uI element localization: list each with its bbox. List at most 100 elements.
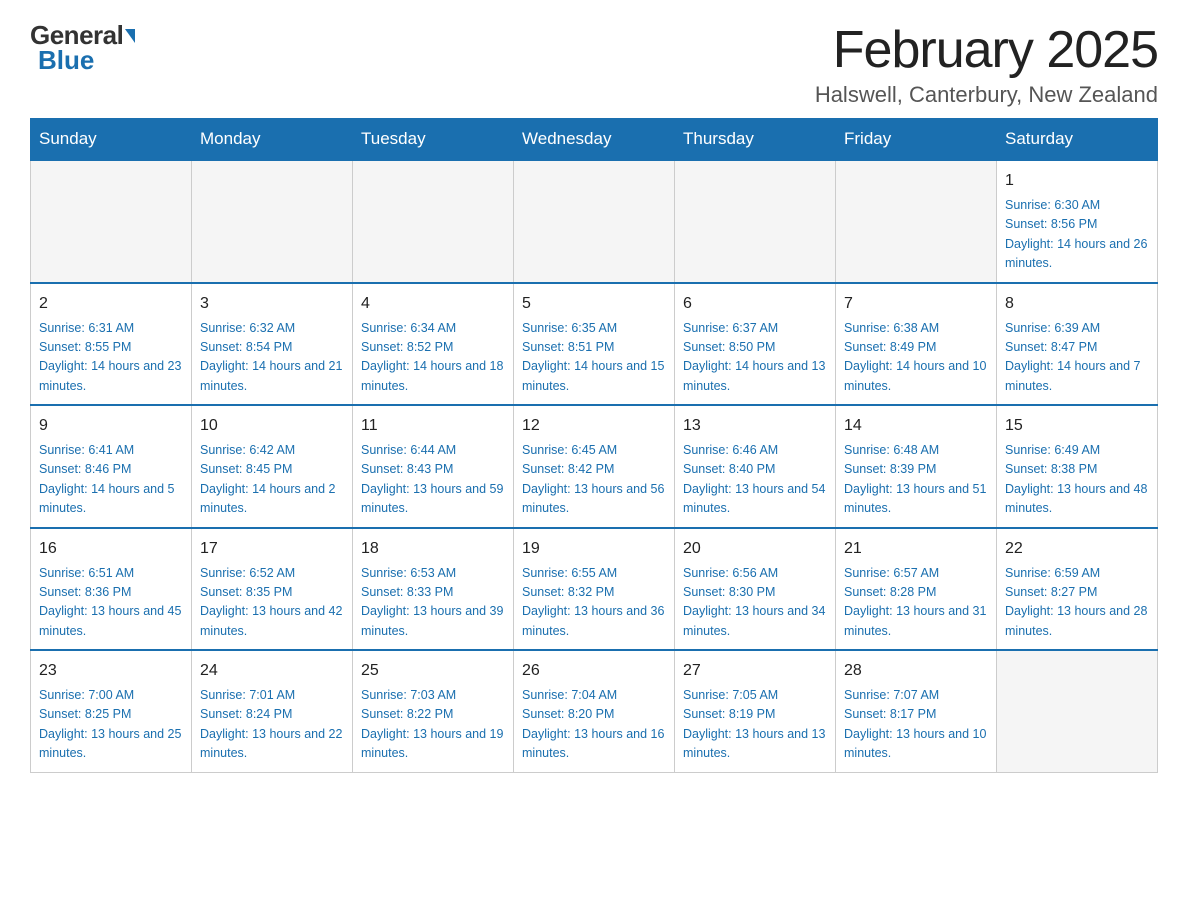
calendar-week-row: 1 Sunrise: 6:30 AMSunset: 8:56 PMDaylight… xyxy=(31,160,1158,283)
day-number: 8 xyxy=(1005,292,1149,316)
calendar-cell xyxy=(997,650,1158,772)
day-number: 13 xyxy=(683,414,827,438)
calendar-cell: 27 Sunrise: 7:05 AMSunset: 8:19 PMDayligh… xyxy=(675,650,836,772)
calendar-cell: 15 Sunrise: 6:49 AMSunset: 8:38 PMDayligh… xyxy=(997,405,1158,528)
calendar-cell xyxy=(836,160,997,283)
calendar-table: SundayMondayTuesdayWednesdayThursdayFrid… xyxy=(30,118,1158,773)
sun-info: Sunrise: 7:01 AMSunset: 8:24 PMDaylight:… xyxy=(200,686,344,764)
calendar-cell xyxy=(31,160,192,283)
day-number: 10 xyxy=(200,414,344,438)
weekday-header-friday: Friday xyxy=(836,119,997,161)
calendar-cell: 3 Sunrise: 6:32 AMSunset: 8:54 PMDaylight… xyxy=(192,283,353,406)
calendar-week-row: 9Sunrise: 6:41 AMSunset: 8:46 PMDaylight… xyxy=(31,405,1158,528)
sun-info: Sunrise: 6:39 AMSunset: 8:47 PMDaylight:… xyxy=(1005,319,1149,397)
weekday-header-monday: Monday xyxy=(192,119,353,161)
sun-info: Sunrise: 6:37 AMSunset: 8:50 PMDaylight:… xyxy=(683,319,827,397)
day-number: 19 xyxy=(522,537,666,561)
sun-info: Sunrise: 6:34 AMSunset: 8:52 PMDaylight:… xyxy=(361,319,505,397)
calendar-cell: 12 Sunrise: 6:45 AMSunset: 8:42 PMDayligh… xyxy=(514,405,675,528)
weekday-header-tuesday: Tuesday xyxy=(353,119,514,161)
title-block: February 2025 Halswell, Canterbury, New … xyxy=(815,20,1158,108)
calendar-cell: 1 Sunrise: 6:30 AMSunset: 8:56 PMDaylight… xyxy=(997,160,1158,283)
calendar-cell: 8 Sunrise: 6:39 AMSunset: 8:47 PMDaylight… xyxy=(997,283,1158,406)
calendar-cell: 14 Sunrise: 6:48 AMSunset: 8:39 PMDayligh… xyxy=(836,405,997,528)
calendar-subtitle: Halswell, Canterbury, New Zealand xyxy=(815,82,1158,108)
calendar-cell: 5 Sunrise: 6:35 AMSunset: 8:51 PMDaylight… xyxy=(514,283,675,406)
sun-info: Sunrise: 7:04 AMSunset: 8:20 PMDaylight:… xyxy=(522,686,666,764)
day-number: 23 xyxy=(39,659,183,683)
calendar-cell: 16 Sunrise: 6:51 AMSunset: 8:36 PMDayligh… xyxy=(31,528,192,651)
calendar-cell xyxy=(514,160,675,283)
day-number: 28 xyxy=(844,659,988,683)
sun-info: Sunrise: 6:45 AMSunset: 8:42 PMDaylight:… xyxy=(522,441,666,519)
day-number: 2 xyxy=(39,292,183,316)
calendar-cell: 28Sunrise: 7:07 AMSunset: 8:17 PMDayligh… xyxy=(836,650,997,772)
day-number: 18 xyxy=(361,537,505,561)
calendar-week-row: 16 Sunrise: 6:51 AMSunset: 8:36 PMDayligh… xyxy=(31,528,1158,651)
calendar-cell: 18 Sunrise: 6:53 AMSunset: 8:33 PMDayligh… xyxy=(353,528,514,651)
calendar-cell: 22 Sunrise: 6:59 AMSunset: 8:27 PMDayligh… xyxy=(997,528,1158,651)
calendar-cell: 10Sunrise: 6:42 AMSunset: 8:45 PMDayligh… xyxy=(192,405,353,528)
calendar-cell: 21 Sunrise: 6:57 AMSunset: 8:28 PMDayligh… xyxy=(836,528,997,651)
calendar-week-row: 2 Sunrise: 6:31 AMSunset: 8:55 PMDaylight… xyxy=(31,283,1158,406)
day-number: 14 xyxy=(844,414,988,438)
sun-info: Sunrise: 6:48 AMSunset: 8:39 PMDaylight:… xyxy=(844,441,988,519)
weekday-header-sunday: Sunday xyxy=(31,119,192,161)
logo-triangle-icon xyxy=(125,29,135,43)
day-number: 1 xyxy=(1005,169,1149,193)
day-number: 5 xyxy=(522,292,666,316)
day-number: 4 xyxy=(361,292,505,316)
logo: General Blue xyxy=(30,20,135,76)
calendar-cell: 20Sunrise: 6:56 AMSunset: 8:30 PMDayligh… xyxy=(675,528,836,651)
weekday-header-saturday: Saturday xyxy=(997,119,1158,161)
sun-info: Sunrise: 6:57 AMSunset: 8:28 PMDaylight:… xyxy=(844,564,988,642)
calendar-cell: 4 Sunrise: 6:34 AMSunset: 8:52 PMDaylight… xyxy=(353,283,514,406)
day-number: 12 xyxy=(522,414,666,438)
sun-info: Sunrise: 7:00 AMSunset: 8:25 PMDaylight:… xyxy=(39,686,183,764)
sun-info: Sunrise: 6:53 AMSunset: 8:33 PMDaylight:… xyxy=(361,564,505,642)
day-number: 16 xyxy=(39,537,183,561)
day-number: 20 xyxy=(683,537,827,561)
calendar-week-row: 23 Sunrise: 7:00 AMSunset: 8:25 PMDayligh… xyxy=(31,650,1158,772)
calendar-cell: 19Sunrise: 6:55 AMSunset: 8:32 PMDayligh… xyxy=(514,528,675,651)
sun-info: Sunrise: 6:32 AMSunset: 8:54 PMDaylight:… xyxy=(200,319,344,397)
sun-info: Sunrise: 6:51 AMSunset: 8:36 PMDaylight:… xyxy=(39,564,183,642)
sun-info: Sunrise: 6:38 AMSunset: 8:49 PMDaylight:… xyxy=(844,319,988,397)
calendar-cell: 7 Sunrise: 6:38 AMSunset: 8:49 PMDaylight… xyxy=(836,283,997,406)
calendar-header-row: SundayMondayTuesdayWednesdayThursdayFrid… xyxy=(31,119,1158,161)
sun-info: Sunrise: 7:03 AMSunset: 8:22 PMDaylight:… xyxy=(361,686,505,764)
sun-info: Sunrise: 6:41 AMSunset: 8:46 PMDaylight:… xyxy=(39,441,183,519)
calendar-cell xyxy=(192,160,353,283)
calendar-cell: 2 Sunrise: 6:31 AMSunset: 8:55 PMDaylight… xyxy=(31,283,192,406)
calendar-cell: 9Sunrise: 6:41 AMSunset: 8:46 PMDaylight… xyxy=(31,405,192,528)
day-number: 6 xyxy=(683,292,827,316)
day-number: 24 xyxy=(200,659,344,683)
day-number: 3 xyxy=(200,292,344,316)
calendar-cell: 11 Sunrise: 6:44 AMSunset: 8:43 PMDayligh… xyxy=(353,405,514,528)
day-number: 11 xyxy=(361,414,505,438)
day-number: 22 xyxy=(1005,537,1149,561)
sun-info: Sunrise: 6:49 AMSunset: 8:38 PMDaylight:… xyxy=(1005,441,1149,519)
calendar-cell: 25 Sunrise: 7:03 AMSunset: 8:22 PMDayligh… xyxy=(353,650,514,772)
sun-info: Sunrise: 6:59 AMSunset: 8:27 PMDaylight:… xyxy=(1005,564,1149,642)
calendar-cell xyxy=(353,160,514,283)
weekday-header-thursday: Thursday xyxy=(675,119,836,161)
sun-info: Sunrise: 6:35 AMSunset: 8:51 PMDaylight:… xyxy=(522,319,666,397)
day-number: 26 xyxy=(522,659,666,683)
day-number: 25 xyxy=(361,659,505,683)
day-number: 15 xyxy=(1005,414,1149,438)
sun-info: Sunrise: 6:31 AMSunset: 8:55 PMDaylight:… xyxy=(39,319,183,397)
weekday-header-wednesday: Wednesday xyxy=(514,119,675,161)
sun-info: Sunrise: 7:05 AMSunset: 8:19 PMDaylight:… xyxy=(683,686,827,764)
sun-info: Sunrise: 6:46 AMSunset: 8:40 PMDaylight:… xyxy=(683,441,827,519)
calendar-title: February 2025 xyxy=(815,20,1158,80)
logo-blue-text: Blue xyxy=(30,45,94,76)
day-number: 7 xyxy=(844,292,988,316)
calendar-cell: 23 Sunrise: 7:00 AMSunset: 8:25 PMDayligh… xyxy=(31,650,192,772)
day-number: 21 xyxy=(844,537,988,561)
sun-info: Sunrise: 6:30 AMSunset: 8:56 PMDaylight:… xyxy=(1005,196,1149,274)
calendar-cell: 17Sunrise: 6:52 AMSunset: 8:35 PMDayligh… xyxy=(192,528,353,651)
day-number: 27 xyxy=(683,659,827,683)
sun-info: Sunrise: 6:44 AMSunset: 8:43 PMDaylight:… xyxy=(361,441,505,519)
calendar-cell: 24 Sunrise: 7:01 AMSunset: 8:24 PMDayligh… xyxy=(192,650,353,772)
